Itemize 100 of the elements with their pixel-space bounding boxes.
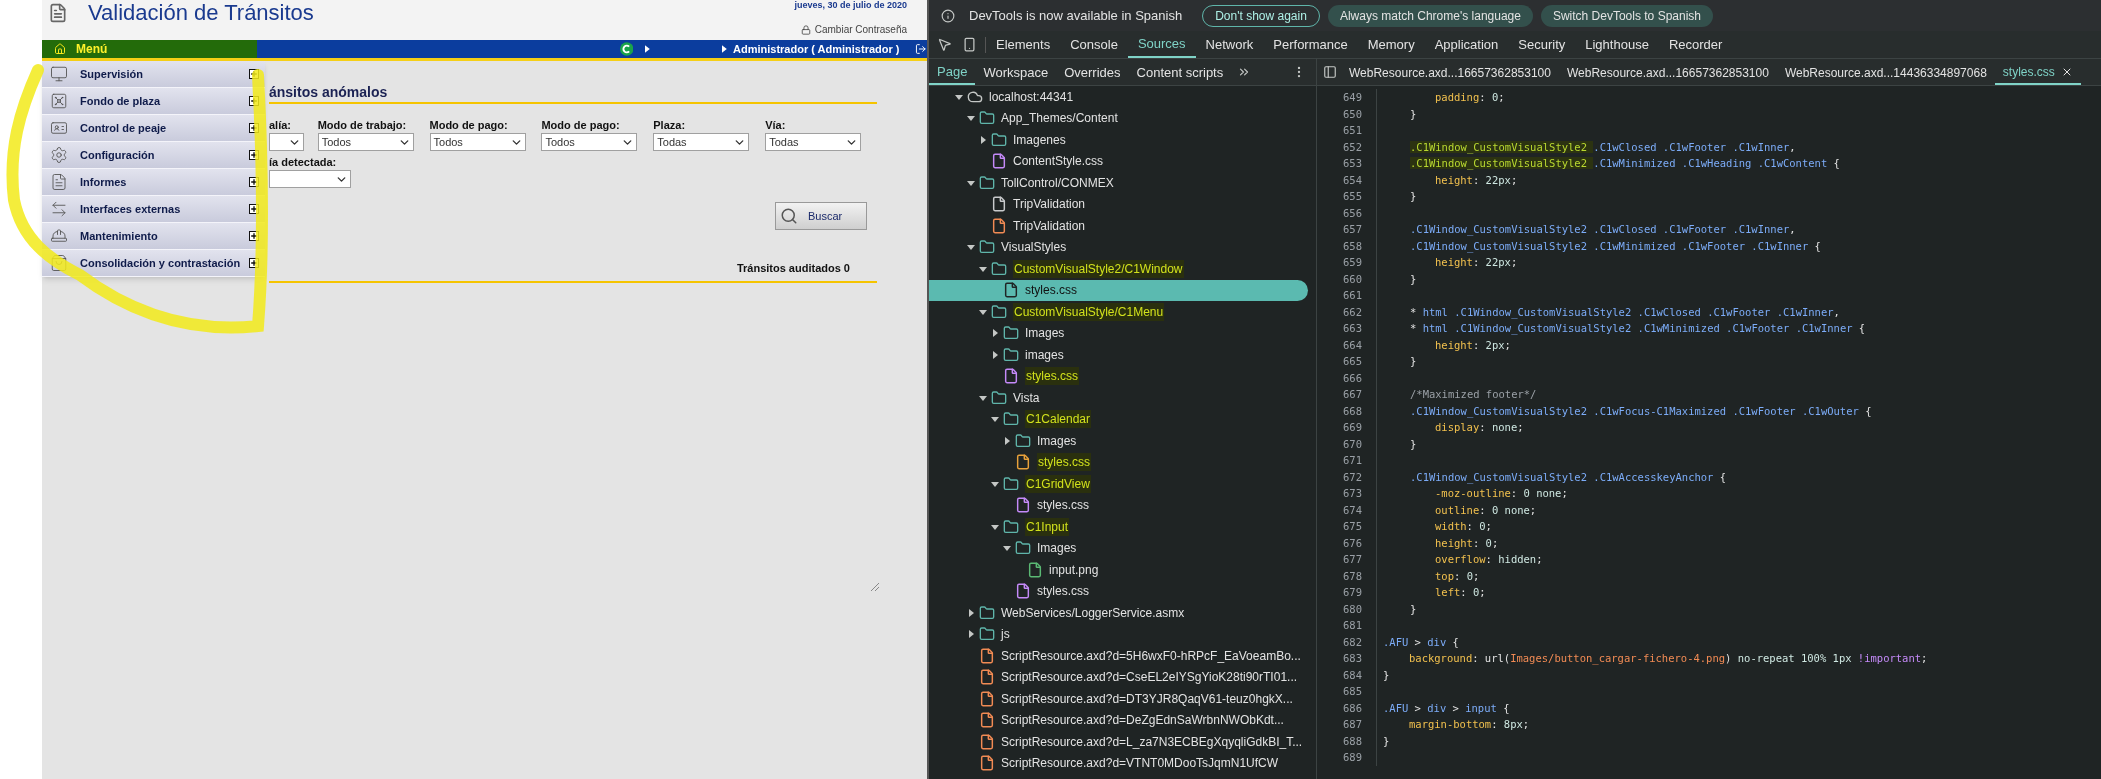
file-tree-item[interactable]: ScriptResource.axd?d=VTNT0MDooTsJqmN1UfCW	[929, 752, 1316, 774]
line-number: 668	[1342, 403, 1362, 419]
file-tree-item[interactable]: ContentStyle.css	[929, 150, 1316, 172]
audited-count: Tránsitos auditados 0	[736, 261, 850, 276]
file-tree-item[interactable]: C1Input	[929, 516, 1316, 538]
file-tree-item[interactable]: Images	[929, 537, 1316, 559]
file-tree-item[interactable]: CustomVisualStyle/C1Menu	[929, 301, 1316, 323]
select-field[interactable]: Todas	[765, 133, 862, 151]
code-line: }	[1409, 601, 1417, 617]
devtools-tab[interactable]: Network	[1195, 32, 1264, 58]
code-line: left: 0;	[1434, 585, 1486, 600]
file-tab[interactable]: styles.css	[1994, 60, 2081, 85]
file-tab[interactable]: WebResource.axd...16657362853100	[1558, 60, 1777, 85]
line-number: 649	[1342, 90, 1362, 105]
line-number: 665	[1342, 354, 1362, 369]
line-number: 671	[1342, 453, 1362, 468]
file-tree-item[interactable]: WebServices/LoggerService.asmx	[929, 602, 1316, 624]
file-tree-item[interactable]: styles.css	[929, 279, 1308, 301]
file-tree-item[interactable]: C1Calendar	[929, 408, 1316, 430]
notice-button[interactable]: Switch DevTools to Spanish	[1540, 4, 1713, 27]
line-number: 684	[1342, 667, 1362, 683]
file-tab[interactable]: WebResource.axd...14436334897068	[1776, 60, 1995, 85]
code-line: display: none;	[1434, 420, 1524, 435]
file-tree-item[interactable]: styles.css	[929, 580, 1316, 602]
file-tree-item[interactable]: TripValidation	[929, 193, 1316, 215]
select-field[interactable]: Todas	[653, 133, 750, 151]
menu-item[interactable]: Supervisión	[42, 61, 265, 88]
menu-tab[interactable]: Menú	[42, 40, 257, 58]
line-number: 681	[1342, 618, 1362, 633]
file-tree-item[interactable]: images	[929, 344, 1316, 366]
code-line: background: url(Images/button_cargar-fichero-4.png) no-repeat 100% 1px !important;	[1408, 651, 1928, 667]
code-line: }	[1409, 271, 1417, 287]
file-tree-item[interactable]: styles.css	[929, 451, 1316, 473]
code-line: .AFU > div {	[1382, 634, 1459, 650]
file-tree-item[interactable]: input.png	[929, 559, 1316, 581]
code-line: .AFU > div > input {	[1382, 700, 1510, 716]
devtools-tab[interactable]: Memory	[1357, 32, 1425, 58]
code-line: }	[1382, 667, 1390, 683]
code-line: height: 22px;	[1434, 255, 1518, 270]
navigator-tab[interactable]: Workspace	[975, 60, 1057, 85]
navigator-tab[interactable]: Overrides	[1056, 60, 1129, 85]
devtools-tab[interactable]: Performance	[1263, 32, 1358, 58]
code-line: }	[1409, 354, 1417, 369]
code-line: }	[1409, 436, 1417, 452]
file-tree-item[interactable]: VisualStyles	[929, 236, 1316, 258]
file-tree-item[interactable]: TollControl/CONMEX	[929, 172, 1316, 194]
line-number: 651	[1342, 123, 1362, 138]
devtools-tab[interactable]: Lighthouse	[1575, 32, 1659, 58]
field-label: Vía:	[765, 118, 787, 132]
line-number: 664	[1342, 337, 1362, 353]
line-number: 652	[1342, 139, 1362, 155]
file-tree-item[interactable]: styles.css	[929, 365, 1316, 387]
field-label: Plaza:	[653, 118, 687, 132]
devtools-tab[interactable]: Application	[1424, 32, 1509, 58]
file-tree-item[interactable]: CustomVisualStyle2/C1Window	[929, 258, 1316, 280]
code-line: .C1Window_CustomVisualStyle2 .C1wMinimized .C1wHeading .C1wContent {	[1409, 156, 1840, 172]
field-label: ía detectada:	[269, 155, 338, 169]
notice-button[interactable]: Always match Chrome's language	[1327, 4, 1533, 27]
file-tree-item[interactable]: Imagenes	[929, 129, 1316, 151]
line-number: 660	[1342, 271, 1362, 287]
file-tree-item[interactable]: Vista	[929, 387, 1316, 409]
select-field[interactable]: Todos	[541, 133, 638, 151]
file-tree-item[interactable]: ScriptResource.axd?d=L_za7N3ECBEgXqyqliGdkBI_T...	[929, 731, 1316, 753]
file-tree-item[interactable]: C1GridView	[929, 473, 1316, 495]
change-password-link[interactable]: Cambiar Contraseña	[800, 22, 907, 37]
devtools-tab[interactable]: Elements	[986, 32, 1061, 58]
devtools-tab[interactable]: Recorder	[1658, 32, 1733, 58]
file-tree-item[interactable]: App_Themes/Content	[929, 107, 1316, 129]
line-number: 656	[1342, 205, 1362, 221]
file-tab[interactable]: WebResource.axd...16657362853100	[1341, 60, 1559, 85]
code-line: height: 0;	[1434, 535, 1499, 551]
file-tree-item[interactable]: ScriptResource.axd?d=5H6wxF0-hRPcF_EaVoeamBo...	[929, 645, 1316, 667]
page-title: Validación de Tránsitos	[88, 0, 314, 26]
search-button[interactable]: Buscar	[775, 202, 867, 230]
line-number: 650	[1342, 106, 1362, 122]
line-number: 678	[1342, 568, 1362, 584]
file-tree-item[interactable]: ScriptResource.axd?d=DT3YJR8QaqV61-teuz0hgkX...	[929, 688, 1316, 710]
navigator-tab[interactable]: Content scripts	[1128, 60, 1232, 85]
file-tree-item[interactable]: styles.css	[929, 494, 1316, 516]
code-line: outline: 0 none;	[1434, 502, 1537, 518]
file-tree-item[interactable]: ScriptResource.axd?d=CseEL2eIYSgYioK28ti90rTI01...	[929, 666, 1316, 688]
code-line: }	[1382, 733, 1390, 749]
file-tree-item[interactable]: Images	[929, 322, 1316, 344]
file-tree-item[interactable]: localhost:44341	[929, 86, 1316, 108]
select-field[interactable]: Todos	[429, 133, 526, 151]
devtools-tab[interactable]: Console	[1060, 32, 1128, 58]
file-tree-item[interactable]: Images	[929, 430, 1316, 452]
line-number: 667	[1342, 387, 1362, 402]
line-number: 683	[1342, 651, 1362, 666]
code-line: overflow: hidden;	[1434, 552, 1543, 567]
file-tree-item[interactable]: ScriptResource.axd?d=DeZgEdnSaWrbnNWObKdt...	[929, 709, 1316, 731]
code-line: }	[1409, 189, 1417, 204]
file-tree-item[interactable]: js	[929, 623, 1316, 645]
navigator-tab[interactable]: Page	[929, 60, 976, 85]
file-tree-item[interactable]: TripValidation	[929, 215, 1316, 237]
select-field[interactable]: Todos	[317, 133, 414, 151]
code-line: /*Maximized footer*/	[1409, 387, 1537, 402]
user-name: Administrador ( Administrador )	[733, 41, 900, 57]
field-label: Modo de trabajo:	[317, 118, 408, 132]
devtools-tab[interactable]: Security	[1508, 32, 1576, 58]
